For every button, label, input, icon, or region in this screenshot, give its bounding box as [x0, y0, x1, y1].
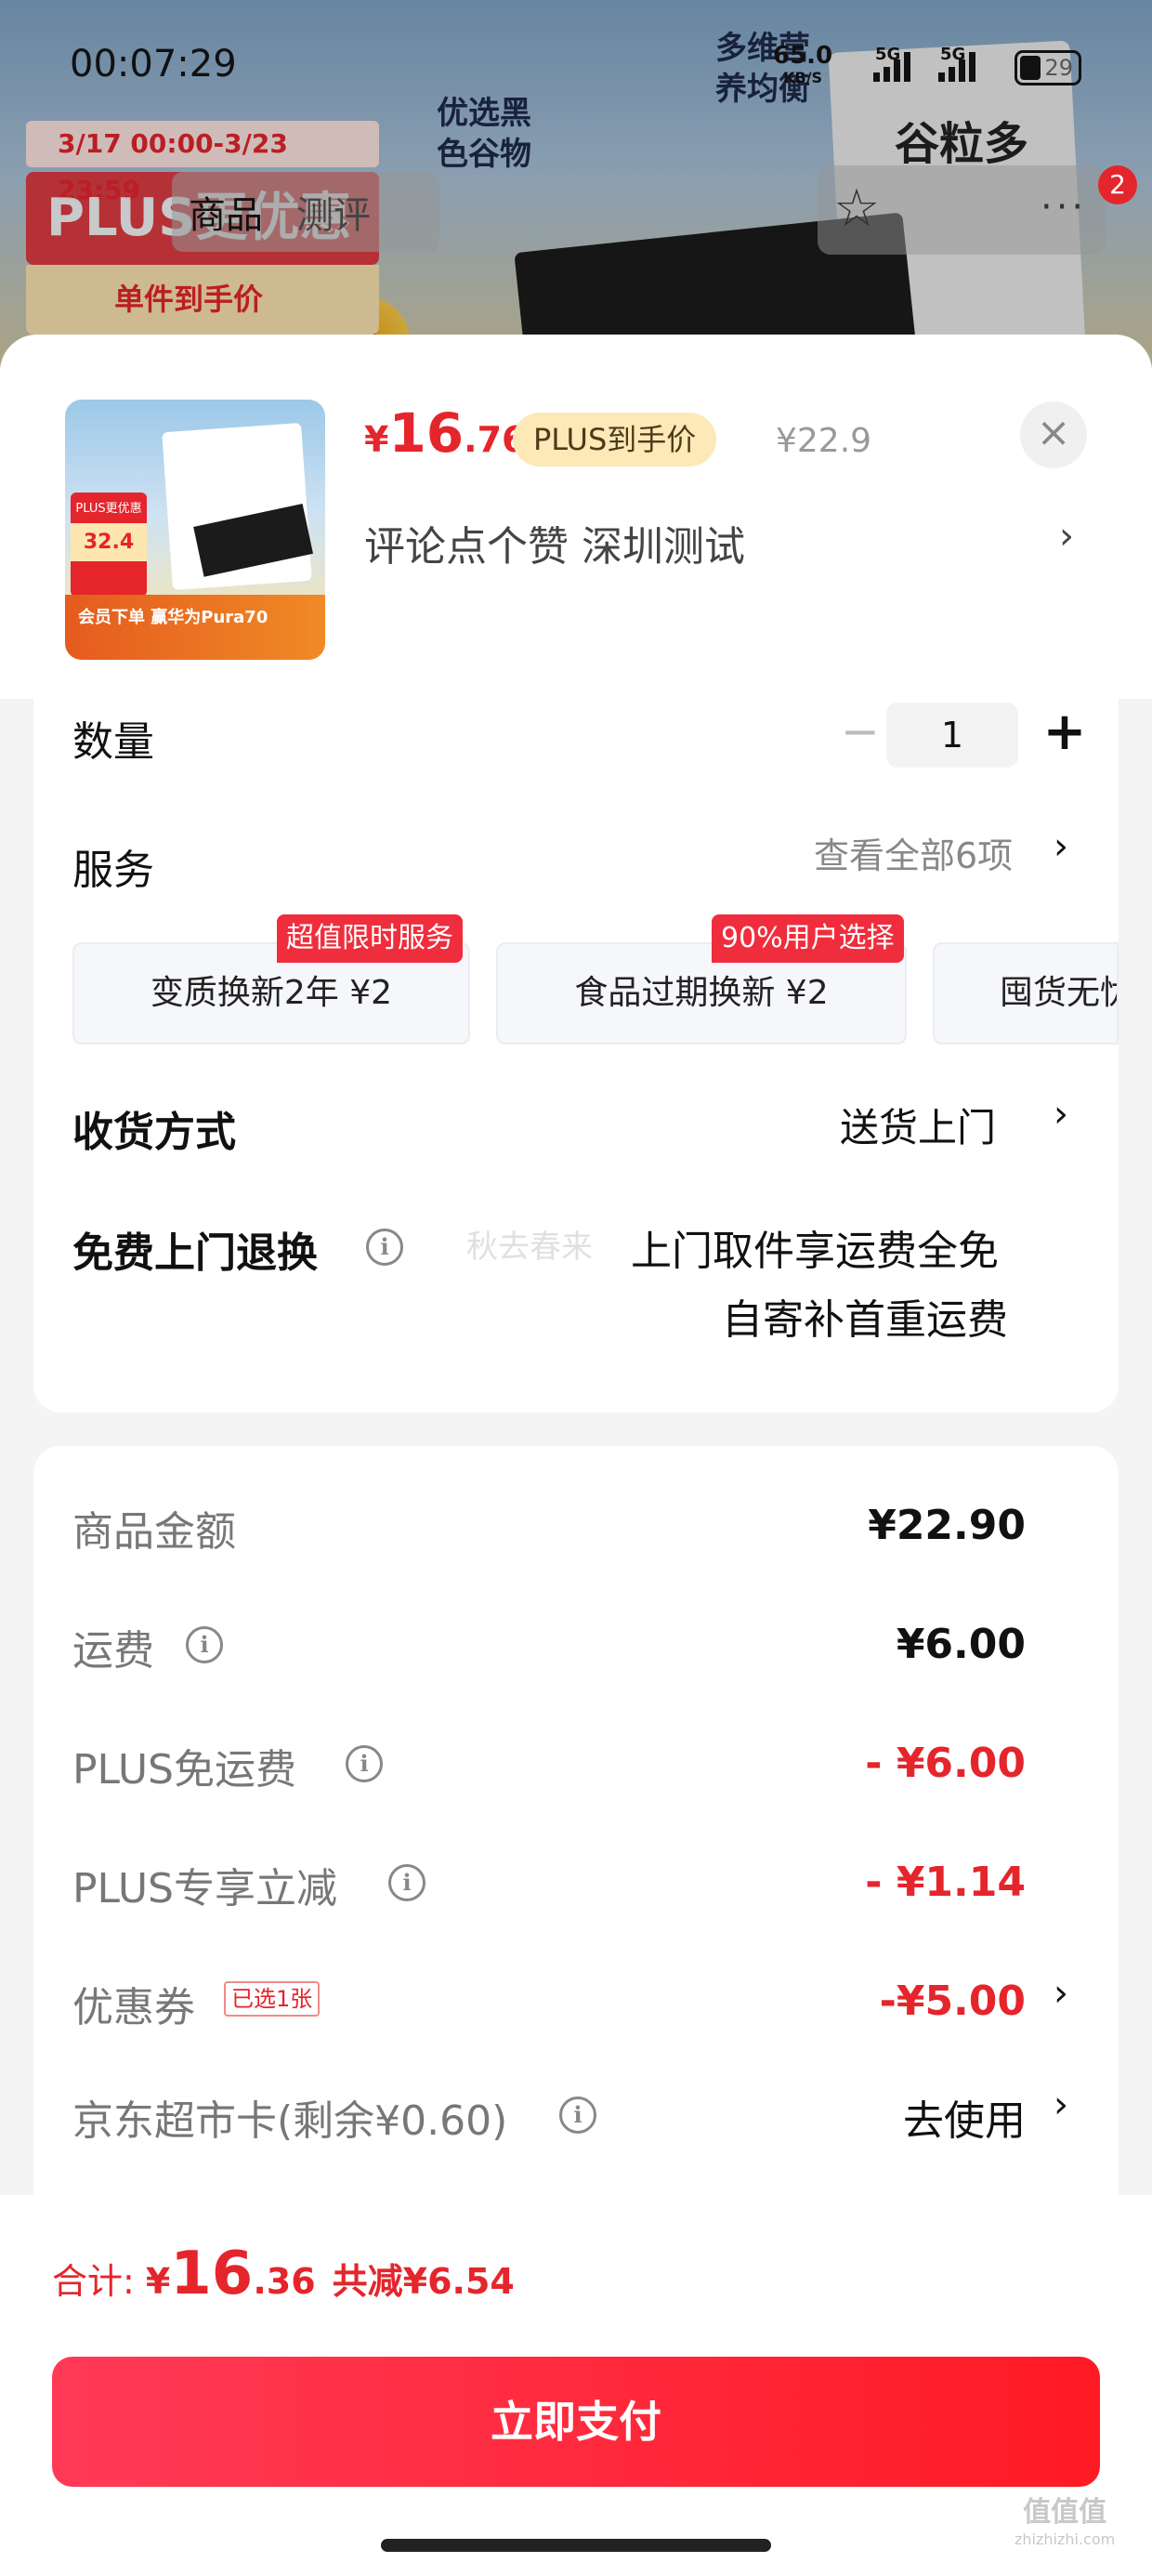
close-button[interactable]: ×	[1020, 401, 1087, 468]
thumb-badge-text: PLUS更优惠	[75, 502, 142, 516]
plus-free-shipping-label: PLUS免运费	[72, 1746, 296, 1794]
goods-amount-label: 商品金额	[72, 1508, 236, 1556]
service-option-stock[interactable]: 囤货无忧	[933, 942, 1119, 1045]
total-integer: 16	[170, 2240, 254, 2308]
signal-bars-2-icon	[938, 52, 975, 82]
battery-level: 29	[1044, 55, 1073, 81]
chevron-right-icon[interactable]: ›	[1054, 825, 1068, 868]
plus-free-shipping-value: - ¥6.00	[865, 1740, 1026, 1787]
market-card-action[interactable]: 去使用	[903, 2087, 1026, 2147]
chevron-right-icon[interactable]: ›	[1054, 1093, 1068, 1136]
service-badge-popular: 90%用户选择	[712, 914, 904, 963]
battery-icon: 29	[1015, 50, 1081, 85]
favorite-star-icon[interactable]: ☆	[833, 178, 880, 239]
original-price: ¥22.9	[776, 422, 872, 460]
product-thumbnail[interactable]: PLUS更优惠 32.4 会员下单 赢华为Pura70	[65, 400, 325, 660]
thumb-price: 32.4	[71, 523, 147, 561]
delivery-value[interactable]: 送货上门	[840, 1097, 996, 1153]
product-tabs: 商品 测评	[172, 172, 439, 252]
pay-now-button[interactable]: 立即支付	[52, 2357, 1100, 2487]
total-saved: 共减¥6.54	[332, 2261, 515, 2302]
return-policy-line1: 上门取件享运费全免	[631, 1228, 999, 1275]
info-icon[interactable]: i	[366, 1229, 403, 1266]
total-summary: 合计: ¥ 16 .36 共减¥6.54	[52, 2240, 515, 2308]
price: ¥ 16 .76	[364, 401, 527, 465]
service-badge-limited: 超值限时服务	[277, 914, 463, 963]
site-watermark-text: 值值值	[1023, 2496, 1107, 2529]
total-decimal: .36	[253, 2261, 316, 2302]
price-currency: ¥	[364, 419, 389, 460]
home-indicator[interactable]	[381, 2539, 771, 2552]
plus-discount-label: PLUS专享立减	[72, 1865, 337, 1912]
status-time: 00:07:29	[70, 43, 237, 85]
quantity-increase-button[interactable]: +	[1028, 699, 1102, 769]
market-card-label: 京东超市卡(剩余¥0.60)	[72, 2097, 508, 2145]
quantity-label: 数量	[72, 718, 154, 766]
quantity-input[interactable]: 1	[886, 703, 1018, 768]
price-integer: 16	[388, 401, 465, 465]
service-view-all[interactable]: 查看全部6项	[814, 827, 1013, 878]
more-icon[interactable]: ···	[1041, 186, 1087, 229]
info-icon[interactable]: i	[388, 1864, 425, 1901]
thumb-box-image	[162, 422, 312, 591]
selected-variant[interactable]: 评论点个赞 深圳测试	[364, 513, 745, 572]
watermark-text: 秋去春来	[466, 1229, 593, 1266]
plus-price-tag: PLUS到手价	[513, 413, 717, 467]
info-icon[interactable]: i	[186, 1626, 223, 1663]
checkout-footer: 合计: ¥ 16 .36 共减¥6.54 立即支付 值值值 zhizhizhi.…	[0, 2195, 1152, 2576]
return-policy-line2: 自寄补首重运费	[722, 1296, 1008, 1344]
coupon-selected-tag: 已选1张	[224, 1981, 321, 2017]
coupon-value[interactable]: -¥5.00	[880, 1978, 1026, 2025]
tab-product[interactable]: 商品	[172, 185, 280, 239]
chevron-right-icon[interactable]: ›	[1054, 1972, 1068, 2015]
network-speed: 65.0 KB/S	[773, 42, 833, 89]
sheet-header: PLUS更优惠 32.4 会员下单 赢华为Pura70 ¥ 16 .76 PLU…	[0, 335, 1152, 699]
options-card: 数量 − 1 + 服务 查看全部6项 › 变质换新2年 ¥2 超值限时服务 食品…	[33, 699, 1119, 1413]
total-currency: ¥	[145, 2261, 171, 2302]
goods-amount-value: ¥22.90	[868, 1502, 1026, 1549]
site-watermark-url: zhizhizhi.com	[1015, 2530, 1116, 2548]
network-speed-unit: KB/S	[783, 69, 823, 86]
network-speed-value: 65.0	[773, 42, 833, 70]
coupon-label: 优惠券	[72, 1984, 195, 2031]
chevron-right-icon[interactable]: ›	[1059, 515, 1074, 558]
service-label: 服务	[72, 847, 154, 894]
site-watermark: 值值值 zhizhizhi.com	[1015, 2494, 1115, 2548]
total-label: 合计:	[52, 2261, 135, 2302]
plus-discount-value: - ¥1.14	[865, 1859, 1026, 1906]
thumb-plus-badge: PLUS更优惠 32.4	[71, 493, 147, 597]
delivery-label: 收货方式	[72, 1109, 236, 1156]
shipping-value: ¥6.00	[896, 1621, 1026, 1668]
chevron-right-icon[interactable]: ›	[1054, 2083, 1068, 2126]
thumb-footer: 会员下单 赢华为Pura70	[65, 595, 325, 660]
shipping-label: 运费	[72, 1627, 154, 1675]
return-label: 免费上门退换	[72, 1229, 318, 1277]
info-icon[interactable]: i	[559, 2096, 596, 2134]
info-icon[interactable]: i	[346, 1745, 383, 1782]
signal-bars-1-icon	[873, 52, 910, 82]
cart-count-badge: 2	[1098, 165, 1137, 204]
tab-review[interactable]: 测评	[280, 185, 387, 239]
